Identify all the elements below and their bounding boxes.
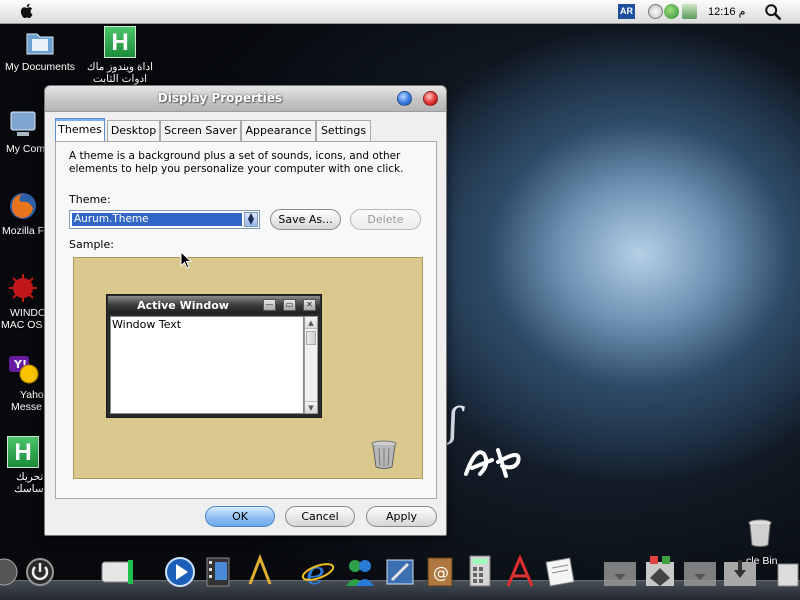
close-icon: ✕ [303, 299, 316, 311]
desktop-icon-label: تحريك [16, 471, 44, 483]
theme-sample-preview: Active Window — ▭ ✕ Window Text ▲ ▼ [73, 257, 423, 479]
svg-text:e: e [306, 554, 325, 588]
dock-media-player-icon[interactable] [162, 552, 198, 588]
theme-selected-value: Aurum.Theme [72, 213, 242, 226]
tray-volume-icon[interactable] [648, 4, 663, 19]
delete-button[interactable]: Delete [350, 209, 421, 230]
cancel-button[interactable]: Cancel [285, 506, 355, 527]
mouse-cursor-icon [180, 251, 192, 269]
firefox-icon [7, 190, 39, 222]
wallpaper-xp-logo [462, 440, 532, 494]
menubar-clock[interactable]: 12:16 م [708, 5, 745, 18]
save-as-button[interactable]: Save As... [270, 209, 341, 230]
sample-window-body: Window Text [110, 316, 304, 414]
apply-button[interactable]: Apply [366, 506, 437, 527]
minimize-icon: — [263, 299, 276, 311]
close-button[interactable] [423, 91, 438, 106]
maximize-icon: ▭ [283, 299, 296, 311]
h-app-icon: H [104, 26, 136, 58]
window-titlebar[interactable]: Display Properties [45, 86, 446, 112]
dock-drive-icon[interactable] [98, 552, 134, 588]
desktop-icon-label-line2: Messe [11, 401, 42, 413]
dock-applications-icon[interactable] [502, 552, 538, 588]
desktop-recycle-bin-icon[interactable] [744, 518, 776, 548]
window-title: Display Properties [157, 91, 283, 105]
sample-window-titlebar: Active Window — ▭ ✕ [108, 296, 320, 314]
dock-control-panel-icon[interactable] [642, 552, 678, 588]
desktop-icon-label-line2: اساسك [14, 483, 47, 495]
theme-select[interactable]: Aurum.Theme ▲ ▼ [69, 210, 260, 229]
dock-shutdown-icon[interactable] [22, 552, 58, 588]
dock-address-book-icon[interactable]: @ [422, 552, 458, 588]
dock-downloads-icon[interactable] [682, 552, 718, 588]
yahoo-messenger-icon: Y! [7, 354, 39, 386]
dock-video-icon[interactable] [200, 552, 236, 588]
ok-button[interactable]: OK [205, 506, 275, 527]
desktop-icon-label: اداة ويندوز ماك [86, 61, 154, 73]
desktop-icon-windows-mac-os[interactable]: WINDO MAC OS [0, 272, 48, 331]
tab-settings[interactable]: Settings [316, 120, 371, 141]
themes-description: A theme is a background plus a set of so… [69, 150, 404, 175]
dock-internet-explorer-icon[interactable]: e [300, 552, 336, 588]
desktop-icon-my-documents[interactable]: My Documents [0, 26, 80, 73]
sample-active-window: Active Window — ▭ ✕ Window Text ▲ ▼ [106, 294, 322, 418]
dock-system-icon[interactable] [0, 552, 22, 588]
scroll-up-icon: ▲ [305, 317, 317, 329]
dock-mail-icon[interactable] [382, 552, 418, 588]
tab-screen-saver[interactable]: Screen Saver [160, 120, 241, 141]
input-language-indicator[interactable]: AR [618, 4, 635, 19]
tab-desktop[interactable]: Desktop [107, 120, 160, 141]
desktop-icon-mozilla-firefox[interactable]: Mozilla F [0, 190, 48, 237]
scroll-down-icon: ▼ [305, 401, 317, 413]
desktop-icon-label: WINDO [10, 307, 47, 319]
dock-folder-download-icon[interactable] [602, 552, 638, 588]
dock-textedit-icon[interactable] [542, 552, 578, 588]
menubar: AR 12:16 م [0, 0, 800, 24]
themes-panel: A theme is a background plus a set of so… [55, 141, 437, 499]
desktop-icon-arabic-tool[interactable]: H اداة ويندوز ماك ادوات الثابت [80, 26, 160, 85]
scroll-thumb [306, 331, 316, 345]
recycle-bin-icon [371, 440, 397, 469]
sample-window-title: Active Window [137, 299, 229, 312]
desktop-icon-label: My Documents [4, 61, 76, 73]
desktop-icon-label: Mozilla F [2, 225, 45, 237]
sample-window-text: Window Text [112, 318, 182, 331]
dock-trash-icon[interactable] [772, 552, 800, 588]
tab-appearance[interactable]: Appearance [241, 120, 316, 141]
desktop-icon-label-line2: ادوات الثابت [92, 73, 148, 85]
desktop-icon-arabic-tool-2[interactable]: H تحريك اساسك [0, 436, 48, 495]
virus-app-icon [7, 272, 39, 304]
dock-tools-icon[interactable] [242, 552, 278, 588]
dock: e @ [0, 548, 800, 600]
desktop-icon-label: Yaho [20, 389, 44, 401]
desktop-icon-yahoo-messenger[interactable]: Y! Yaho Messe [0, 354, 48, 413]
sample-label: Sample: [69, 238, 114, 251]
help-button[interactable] [397, 91, 412, 106]
apple-menu-icon[interactable] [18, 2, 36, 20]
display-properties-window: Display Properties Themes Desktop Screen… [44, 85, 447, 536]
desktop-icon-label-line2: MAC OS [1, 319, 43, 331]
dock-downloads-stack-icon[interactable] [722, 552, 758, 588]
folder-icon [24, 26, 56, 58]
dock-messenger-icon[interactable] [342, 552, 378, 588]
tab-themes[interactable]: Themes [55, 118, 105, 142]
spotlight-search-icon[interactable] [764, 3, 782, 21]
tray-safely-remove-icon[interactable] [682, 4, 697, 19]
desktop-icon-label: My Com [6, 143, 46, 155]
theme-label: Theme: [69, 193, 111, 206]
svg-text:@: @ [433, 563, 449, 582]
h-app-icon: H [7, 436, 39, 468]
computer-icon [7, 108, 39, 140]
dock-calculator-icon[interactable] [462, 552, 498, 588]
wallpaper-decoration: ʃ [448, 400, 459, 446]
desktop-icon-my-computer[interactable]: My Com [0, 108, 48, 155]
tray-network-icon[interactable] [664, 4, 679, 19]
dropdown-arrow-icon[interactable]: ▲ ▼ [244, 212, 258, 227]
sample-scrollbar: ▲ ▼ [304, 316, 318, 414]
